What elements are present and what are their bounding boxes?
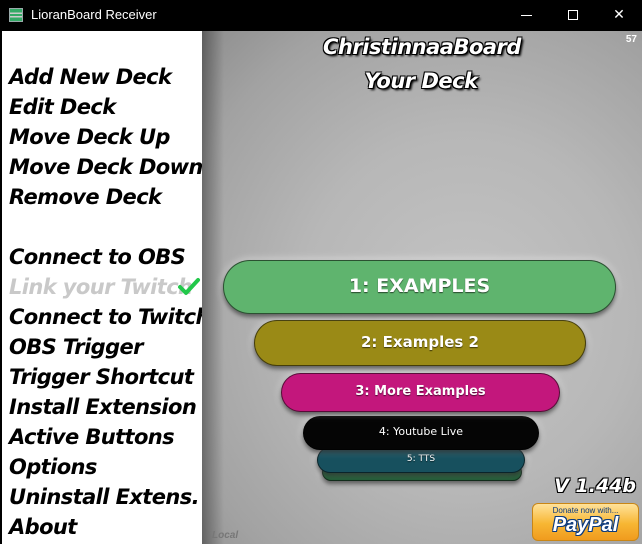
- app-icon: [9, 8, 23, 22]
- maximize-icon: [568, 10, 578, 20]
- deck-area: 57 ChristinnaaBoard Your Deck 5: TTS 4: …: [202, 31, 642, 544]
- deck-button-4[interactable]: 4: Youtube Live: [303, 416, 539, 450]
- paypal-logo: PayPal: [552, 514, 619, 536]
- maximize-button[interactable]: [550, 0, 596, 31]
- menu-active-buttons[interactable]: Active Buttons: [9, 425, 175, 449]
- minimize-button[interactable]: [504, 0, 550, 31]
- menu-obs-trigger[interactable]: OBS Trigger: [9, 335, 144, 359]
- deck-label-5: 5: TTS: [406, 454, 436, 464]
- menu-move-deck-down[interactable]: Move Deck Down: [9, 155, 203, 179]
- deck-button-3[interactable]: 3: More Examples: [281, 373, 560, 412]
- menu-trigger-shortcut[interactable]: Trigger Shortcut: [9, 365, 194, 389]
- menu-install-extension[interactable]: Install Extension: [9, 395, 197, 419]
- close-icon: ✕: [613, 7, 625, 23]
- deck-label-2: 2: Examples 2: [361, 333, 479, 351]
- menu-connect-to-obs[interactable]: Connect to OBS: [9, 245, 186, 269]
- deck-label-3: 3: More Examples: [355, 384, 486, 399]
- deck-subtitle: Your Deck: [364, 69, 478, 93]
- connection-status: Local: [212, 530, 239, 541]
- menu-about[interactable]: About: [9, 515, 77, 539]
- menu-edit-deck[interactable]: Edit Deck: [9, 95, 116, 119]
- deck-label-1: 1: EXAMPLES: [348, 275, 491, 297]
- menu-add-new-deck[interactable]: Add New Deck: [9, 65, 172, 89]
- menu-move-deck-up[interactable]: Move Deck Up: [9, 125, 170, 149]
- menu-remove-deck[interactable]: Remove Deck: [9, 185, 162, 209]
- title-bar: LioranBoard Receiver ✕: [0, 0, 642, 31]
- board-title: ChristinnaaBoard: [323, 35, 521, 59]
- check-icon: [178, 278, 200, 295]
- window-title: LioranBoard Receiver: [31, 7, 157, 22]
- close-button[interactable]: ✕: [596, 0, 642, 31]
- sidebar-menu: Add New Deck Edit Deck Move Deck Up Move…: [2, 31, 210, 544]
- deck-button-2[interactable]: 2: Examples 2: [254, 320, 586, 366]
- version-label: V 1.44b: [554, 475, 636, 497]
- deck-button-1[interactable]: 1: EXAMPLES: [223, 260, 616, 314]
- paypal-donate-button[interactable]: Donate now with... PayPal: [532, 503, 639, 541]
- menu-link-your-twitch[interactable]: Link your Twitch: [9, 275, 193, 299]
- menu-connect-to-twitch[interactable]: Connect to Twitch: [9, 305, 210, 329]
- deck-label-4: 4: Youtube Live: [378, 425, 464, 438]
- menu-uninstall-extensions[interactable]: Uninstall Extens.: [9, 485, 200, 509]
- menu-options[interactable]: Options: [9, 455, 97, 479]
- minimize-icon: [521, 15, 532, 16]
- deck-button-5[interactable]: 5: TTS: [317, 447, 525, 473]
